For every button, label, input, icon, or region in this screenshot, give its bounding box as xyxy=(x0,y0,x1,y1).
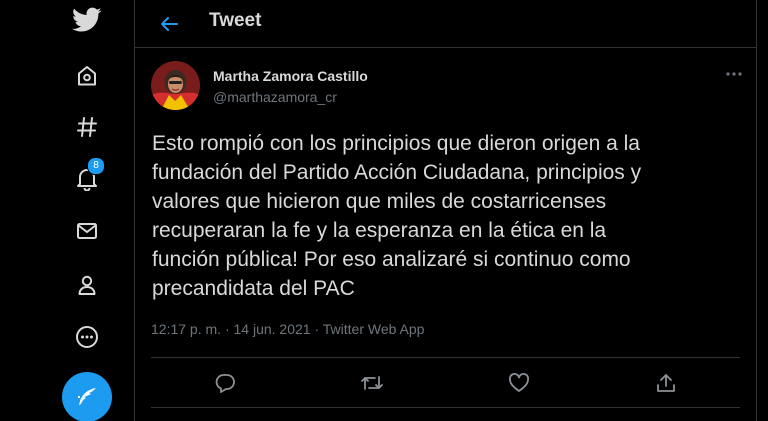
more-horizontal-icon xyxy=(726,72,742,76)
author-name[interactable]: Martha Zamora Castillo xyxy=(213,68,368,84)
left-navigation: 8 xyxy=(0,0,134,421)
compose-tweet-button[interactable] xyxy=(62,372,112,421)
notifications-bell-icon[interactable]: 8 xyxy=(70,157,105,196)
back-arrow-icon xyxy=(161,17,178,31)
compose-tweet-icon xyxy=(78,388,96,405)
reply-icon xyxy=(215,374,235,393)
twitter-app: 8 Tweet Martha Zamora Castillo @marthaza… xyxy=(0,0,768,421)
share-icon xyxy=(657,374,675,392)
notifications-badge: 8 xyxy=(87,157,105,175)
tweet-metadata: 12:17 p. m. · 14 jun. 2021 · Twitter Web… xyxy=(151,321,424,337)
page-header: Tweet xyxy=(135,0,756,48)
meta-separator: · xyxy=(224,321,230,337)
retweet-icon xyxy=(361,376,383,390)
twitter-logo-icon[interactable] xyxy=(70,3,104,37)
more-options-button[interactable] xyxy=(722,64,746,84)
tweet-actions-bar xyxy=(135,366,756,400)
tweet-detail-column: Tweet Martha Zamora Castillo @marthazamo… xyxy=(134,0,757,421)
messages-envelope-icon[interactable] xyxy=(70,214,104,248)
page-title: Tweet xyxy=(209,10,262,31)
divider xyxy=(151,407,740,408)
divider xyxy=(151,357,740,358)
meta-separator: · xyxy=(314,321,320,337)
home-icon[interactable] xyxy=(70,59,104,93)
tweet-text: Esto rompió con los principios que diero… xyxy=(152,132,642,300)
back-button[interactable] xyxy=(153,8,185,40)
like-button[interactable] xyxy=(502,366,536,400)
reply-button[interactable] xyxy=(208,366,242,400)
like-heart-icon xyxy=(509,373,529,392)
tweet-source[interactable]: Twitter Web App xyxy=(323,321,425,337)
tweet-time[interactable]: 12:17 p. m. xyxy=(151,321,221,337)
profile-icon[interactable] xyxy=(70,268,104,302)
avatar[interactable] xyxy=(151,61,200,110)
explore-hashtag-icon[interactable] xyxy=(70,110,104,144)
retweet-button[interactable] xyxy=(355,366,389,400)
author-handle[interactable]: @marthazamora_cr xyxy=(213,89,337,105)
more-circle-icon[interactable] xyxy=(70,320,104,354)
tweet-date[interactable]: 14 jun. 2021 xyxy=(234,321,311,337)
share-button[interactable] xyxy=(649,366,683,400)
